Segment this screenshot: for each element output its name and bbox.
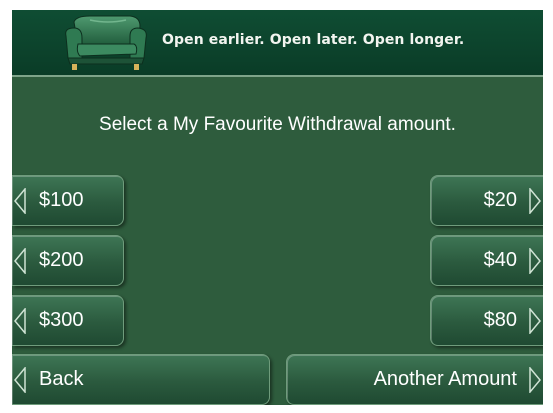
left-arrow-icon [14, 188, 26, 214]
prompt-text: Select a My Favourite Withdrawal amount. [99, 114, 456, 135]
amount-100-label: $100 [39, 189, 84, 211]
another-amount-label: Another Amount [373, 368, 517, 390]
banner-slogan: Open earlier. Open later. Open longer. [162, 32, 465, 48]
amount-300-button[interactable]: $300 [12, 295, 124, 346]
another-amount-button[interactable]: Another Amount [286, 354, 543, 405]
amount-100-button[interactable]: $100 [12, 175, 124, 226]
amount-80-button[interactable]: $80 [430, 295, 543, 346]
amount-200-label: $200 [39, 249, 84, 271]
right-arrow-icon [529, 367, 541, 393]
back-button[interactable]: Back [12, 354, 270, 405]
right-arrow-icon [529, 188, 541, 214]
amount-40-button[interactable]: $40 [430, 235, 543, 286]
amount-20-label: $20 [483, 189, 517, 211]
armchair-icon [65, 15, 147, 70]
left-arrow-icon [14, 367, 26, 393]
banner: Open earlier. Open later. Open longer. [12, 10, 543, 75]
amount-20-button[interactable]: $20 [430, 175, 543, 226]
atm-screen: Open earlier. Open later. Open longer. S… [12, 10, 543, 405]
amount-300-label: $300 [39, 309, 84, 331]
amount-80-label: $80 [483, 309, 517, 331]
amount-200-button[interactable]: $200 [12, 235, 124, 286]
back-label: Back [39, 368, 84, 390]
right-arrow-icon [529, 248, 541, 274]
right-arrow-icon [529, 308, 541, 334]
banner-divider [12, 75, 543, 77]
left-arrow-icon [14, 248, 26, 274]
amount-40-label: $40 [483, 249, 517, 271]
left-arrow-icon [14, 308, 26, 334]
